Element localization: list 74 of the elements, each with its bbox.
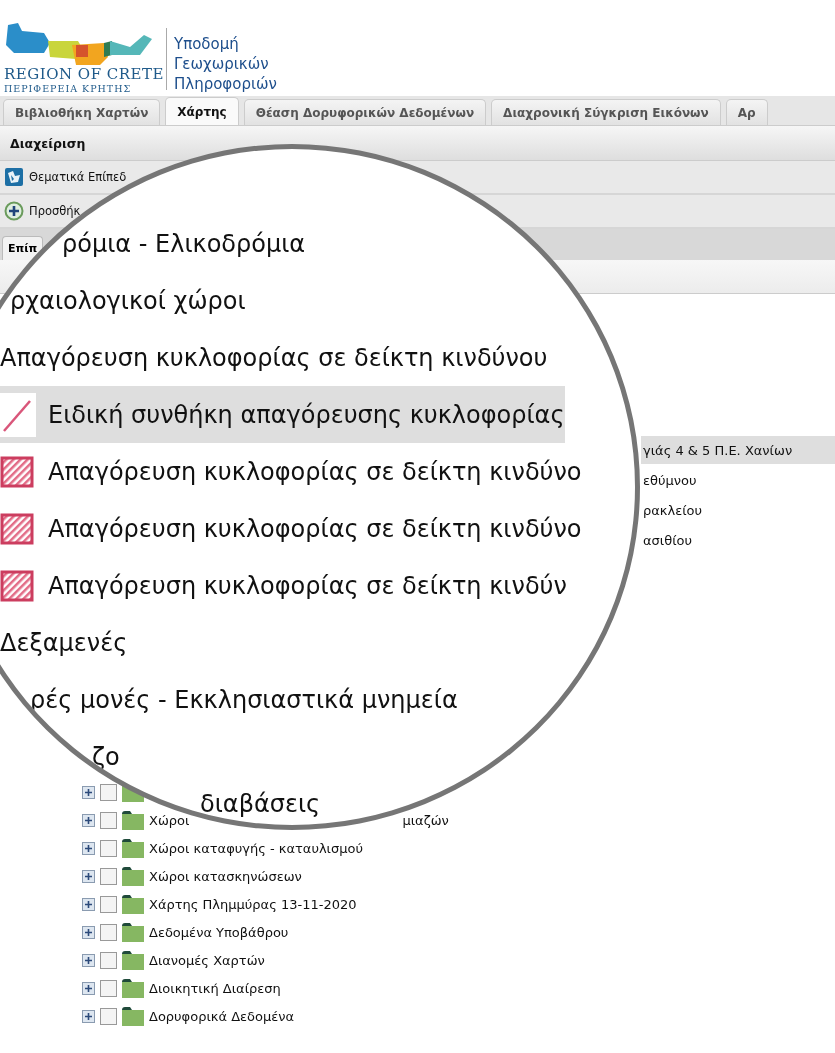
layer-item[interactable]: ασιθίου <box>641 526 835 554</box>
expand-icon[interactable] <box>82 869 95 883</box>
expand-icon[interactable] <box>82 897 95 911</box>
folder-icon <box>122 866 144 886</box>
folder-icon <box>122 978 144 998</box>
layer-label: Απαγόρευση κυκλοφορίας σε δείκτη κινδύνου <box>0 343 548 372</box>
checkbox[interactable] <box>100 839 117 857</box>
expand-icon[interactable] <box>82 813 95 827</box>
logo-title: REGION OF CRETE <box>4 65 164 83</box>
tab[interactable]: Βιβλιοθήκη Χαρτών <box>3 99 161 125</box>
app-title: Υποδομή Γεωχωρικών Πληροφοριών <box>174 34 278 94</box>
magnified-layer-row[interactable]: διαβάσεις <box>200 775 321 825</box>
tree-item-label[interactable]: Χώροι κατασκηνώσεων <box>149 868 302 884</box>
checkbox[interactable] <box>100 783 117 801</box>
folder-icon <box>122 810 144 830</box>
folder-icon <box>122 950 144 970</box>
tree-item-label[interactable]: Διοικητική Διαίρεση <box>149 980 281 996</box>
checkbox[interactable] <box>100 867 117 885</box>
line-symbol-icon <box>0 392 36 437</box>
tab[interactable]: Επίπ <box>2 236 44 260</box>
tree-item-label[interactable]: Διανομές Χαρτών <box>149 952 265 968</box>
tree-item-label[interactable]: Δορυφορικά Δεδομένα <box>149 1008 295 1024</box>
checkbox[interactable] <box>100 811 117 829</box>
logo-icon <box>4 21 154 65</box>
tree-item-label[interactable]: Χώροι καταφυγής - καταυλισμού <box>149 840 363 856</box>
tree-item-label[interactable]: Δεδομένα Υποβάθρου <box>149 924 289 940</box>
layer-item[interactable]: ρακλείου <box>641 496 835 524</box>
magnified-layer-row[interactable]: Ειδική συνθήκη απαγόρευσης κυκλοφορίας <box>0 386 565 443</box>
magnified-layer-row[interactable]: Απαγόρευση κυκλοφορίας σε δείκτη κινδύνο <box>0 500 582 557</box>
tab[interactable]: Διαχρονική Σύγκριση Εικόνων <box>491 99 721 125</box>
magnified-layer-row[interactable]: ρές μονές - Εκκλησιαστικά μνημεία <box>30 671 458 728</box>
layer-label: ρές μονές - Εκκλησιαστικά μνημεία <box>30 685 458 714</box>
checkbox[interactable] <box>100 923 117 941</box>
layer-item[interactable]: γιάς 4 & 5 Π.Ε. Χανίων <box>641 436 835 464</box>
add-icon <box>4 201 24 221</box>
folder-icon <box>122 922 144 942</box>
tree-item-label[interactable]: Χάρτης Πλημμύρας 13-11-2020 <box>149 896 357 912</box>
magnified-layer-row[interactable]: Δεξαμενές <box>0 614 128 671</box>
logo-subtitle: ΠΕΡΙΦΕΡΕΙΑ ΚΡΗΤΗΣ <box>4 83 132 94</box>
tab[interactable]: Χάρτης <box>165 97 239 125</box>
expand-icon[interactable] <box>82 981 95 995</box>
magnified-layer-row[interactable]: Απαγόρευση κυκλοφορίας σε δείκτη κινδύνου <box>0 329 548 386</box>
magnified-layer-row[interactable]: ρχαιολογικοί χώροι <box>10 272 246 329</box>
expand-icon[interactable] <box>82 785 95 799</box>
folder-icon <box>122 838 144 858</box>
checkbox[interactable] <box>100 979 117 997</box>
layers-icon <box>4 167 24 187</box>
tab[interactable]: Θέαση Δορυφορικών Δεδομένων <box>243 99 487 125</box>
folder-icon <box>122 894 144 914</box>
panel-header: Διαχείριση <box>0 126 835 161</box>
expand-icon[interactable] <box>82 953 95 967</box>
tree-item-label[interactable]: μιαζών <box>402 812 449 828</box>
magnified-layer-row[interactable]: ζο <box>92 728 120 785</box>
layer-label: ρόμια - Ελικοδρόμια <box>62 229 306 258</box>
layer-label: Δεξαμενές <box>0 628 128 657</box>
expand-icon[interactable] <box>82 841 95 855</box>
folder-icon <box>122 1006 144 1026</box>
layer-label: Ειδική συνθήκη απαγόρευσης κυκλοφορίας <box>48 400 565 429</box>
layer-label: ρχαιολογικοί χώροι <box>10 286 246 315</box>
layer-label: Απαγόρευση κυκλοφορίας σε δείκτη κινδύνο <box>48 514 582 543</box>
expand-icon[interactable] <box>82 1009 95 1023</box>
checkbox[interactable] <box>100 895 117 913</box>
magnified-layer-row[interactable]: Απαγόρευση κυκλοφορίας σε δείκτη κινδύν <box>0 557 567 614</box>
magnified-layer-row[interactable]: Απαγόρευση κυκλοφορίας σε δείκτη κινδύνο <box>0 443 582 500</box>
checkbox[interactable] <box>100 951 117 969</box>
layer-item[interactable]: εθύμνου <box>641 466 835 494</box>
layer-label: ζο <box>92 742 120 771</box>
checkbox[interactable] <box>100 1007 117 1025</box>
layer-label: Απαγόρευση κυκλοφορίας σε δείκτη κινδύν <box>48 571 567 600</box>
layer-label: διαβάσεις <box>200 789 321 818</box>
tree-item-label[interactable]: Χώροι <box>149 812 190 828</box>
layer-label: Απαγόρευση κυκλοφορίας σε δείκτη κινδύνο <box>48 457 582 486</box>
tab[interactable]: Αρ <box>725 99 768 125</box>
expand-icon[interactable] <box>82 925 95 939</box>
